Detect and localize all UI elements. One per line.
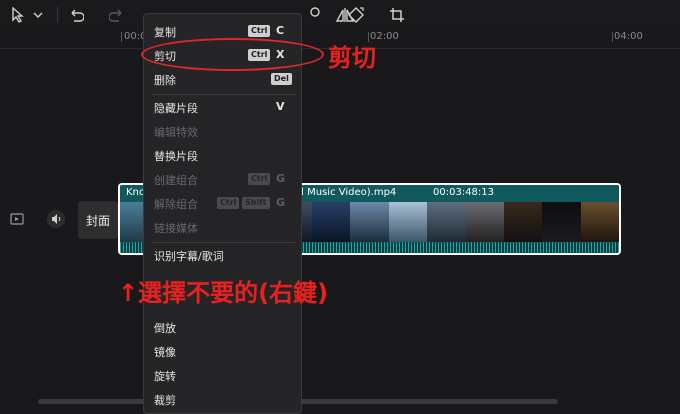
shortcut-modifier: Ctrl bbox=[248, 25, 271, 37]
crop-icon[interactable] bbox=[387, 5, 407, 25]
cover-button[interactable]: 封面 bbox=[78, 201, 118, 239]
menu-item-reverse[interactable]: 倒放 bbox=[144, 315, 303, 339]
shortcut-key: G bbox=[276, 172, 286, 185]
menu-item-link-media[interactable]: 链接媒体 bbox=[144, 215, 303, 239]
menu-item-label: 创建组合 bbox=[154, 174, 198, 187]
undo-icon[interactable] bbox=[66, 5, 86, 25]
ruler-label: 04:00 bbox=[614, 31, 643, 42]
shortcut-key: V bbox=[276, 100, 285, 113]
redo-icon[interactable] bbox=[107, 5, 127, 25]
ruler-tick bbox=[612, 32, 613, 42]
shortcut-key: G bbox=[276, 196, 286, 209]
shortcut-modifier: Ctrl bbox=[217, 197, 240, 209]
track-audio-icon[interactable] bbox=[46, 209, 66, 229]
menu-item-label: 隐藏片段 bbox=[154, 102, 198, 115]
shortcut-modifier: Del bbox=[271, 73, 292, 85]
instruction-annotation: ↑選擇不要的(右鍵) bbox=[118, 279, 329, 307]
shortcut-modifier-shift: Shift bbox=[242, 197, 270, 209]
cursor-icon[interactable] bbox=[8, 5, 28, 25]
toolbar-divider bbox=[57, 7, 58, 23]
menu-item-ungroup[interactable]: 解除组合 Ctrl Shift G bbox=[144, 191, 303, 215]
menu-item-edit-effects[interactable]: 编辑特效 bbox=[144, 119, 303, 143]
menu-item-hide-clip[interactable]: 隐藏片段 V bbox=[144, 95, 303, 119]
menu-item-mirror[interactable]: 镜像 bbox=[144, 339, 303, 363]
record-icon[interactable] bbox=[305, 5, 325, 25]
menu-item-create-group[interactable]: 创建组合 Ctrl G bbox=[144, 167, 303, 191]
menu-item-label: 旋转 bbox=[154, 370, 176, 383]
menu-item-label: 裁剪 bbox=[154, 394, 176, 407]
menu-item-label: 删除 bbox=[154, 74, 176, 87]
shortcut-modifier: Ctrl bbox=[248, 173, 271, 185]
rotate-square-icon[interactable] bbox=[346, 5, 366, 25]
track-video-icon[interactable] bbox=[7, 209, 27, 229]
highlight-ellipse bbox=[141, 38, 324, 71]
clip-duration: 00:03:48:13 bbox=[433, 187, 495, 198]
menu-item-label: 链接媒体 bbox=[154, 222, 198, 235]
menu-item-label: 解除组合 bbox=[154, 198, 198, 211]
menu-item-label: 镜像 bbox=[154, 346, 176, 359]
menu-item-label: 复制 bbox=[154, 26, 176, 39]
menu-item-label: 替换片段 bbox=[154, 150, 198, 163]
menu-item-label: 识别字幕/歌词 bbox=[154, 250, 224, 263]
menu-item-label: 编辑特效 bbox=[154, 126, 198, 139]
menu-item-replace-clip[interactable]: 替换片段 bbox=[144, 143, 303, 167]
ruler-tick bbox=[121, 32, 122, 42]
chevron-down-icon[interactable] bbox=[30, 5, 46, 25]
shortcut-key: C bbox=[276, 24, 285, 37]
context-menu: 复制 Ctrl C 剪切 Ctrl X 删除 Del 隐藏片段 V 编辑特效 替… bbox=[143, 13, 302, 414]
cut-annotation: 剪切 bbox=[328, 44, 376, 72]
menu-item-recognize-subtitles[interactable]: 识别字幕/歌词 bbox=[144, 243, 303, 267]
toolbar bbox=[0, 0, 680, 30]
menu-item-rotate[interactable]: 旋转 bbox=[144, 363, 303, 387]
menu-item-label: 倒放 bbox=[154, 322, 176, 335]
menu-item-crop[interactable]: 裁剪 bbox=[144, 387, 303, 411]
